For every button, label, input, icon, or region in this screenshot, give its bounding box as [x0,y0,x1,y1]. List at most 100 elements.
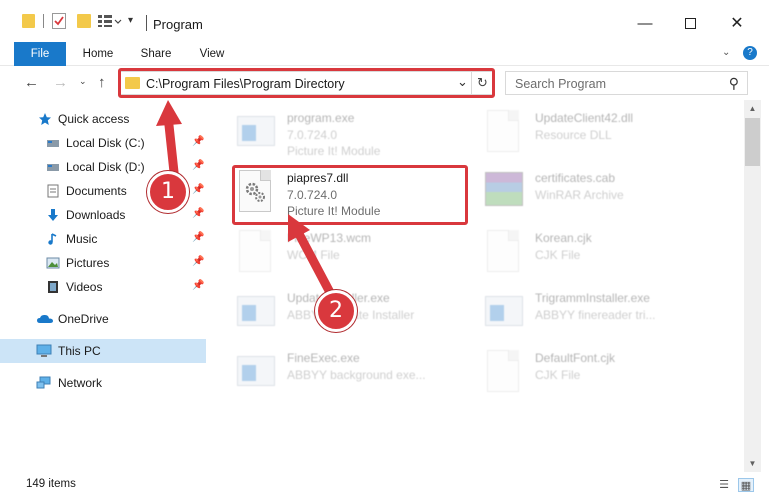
back-arrow-icon[interactable]: ← [24,74,39,91]
monitor-icon [36,344,52,357]
sidebar-item-this-pc[interactable]: This PC [0,339,206,363]
sidebar-item-label: OneDrive [58,312,109,326]
sidebar-item-videos[interactable]: Videos 📌 [0,275,206,299]
pin-icon[interactable]: 📌 [192,232,204,243]
scroll-down-icon[interactable]: ▼ [744,455,761,472]
refresh-icon[interactable]: ↻ [471,72,493,94]
exe-file-icon [483,290,525,336]
list-item[interactable]: Korean.cjk CJK File [483,228,728,284]
sidebar-item-label: Network [58,376,103,390]
music-note-icon [48,233,57,245]
address-path[interactable]: C:\Program Files\Program Directory [146,77,345,91]
generic-file-icon [483,350,525,396]
navigation-bar: ← → ⌄ ↑ C:\Program Files\Program Directo… [0,66,769,100]
exe-file-icon [235,110,277,156]
customize-toolbar-icon[interactable] [97,14,123,28]
scroll-up-icon[interactable]: ▲ [744,100,761,117]
help-icon[interactable]: ? [743,46,757,60]
archive-file-icon [483,170,525,216]
close-icon: ✕ [730,15,744,32]
maximize-icon [684,17,696,29]
tab-share[interactable]: Share [134,42,178,66]
sidebar-item-network[interactable]: Network [0,371,206,395]
list-item[interactable]: DefaultFont.cjk CJK File [483,348,728,404]
sidebar-item-label: Pictures [66,256,110,270]
folder-icon [125,77,140,89]
list-item[interactable]: certificates.cab WinRAR Archive [483,168,728,224]
network-icon [36,376,51,389]
list-item[interactable]: piapres7.dll 7.0.724.0 Picture It! Modul… [235,168,480,224]
list-item[interactable]: program.exe 7.0.724.0 Picture It! Module [235,108,480,164]
pin-icon[interactable]: 📌 [192,208,204,219]
scrollbar-thumb[interactable] [745,118,760,166]
file-list: program.exe 7.0.724.0 Picture It! Module… [207,100,744,472]
minimize-icon: — [637,14,653,32]
tab-home[interactable]: Home [76,42,120,66]
exe-file-icon [235,350,277,396]
documents-icon [47,184,59,198]
generic-file-icon [235,230,277,276]
list-item[interactable]: UpdateInstaller.exe ABBYY Update Install… [235,288,480,344]
sidebar-item-pictures[interactable]: Pictures 📌 [0,251,206,275]
qa-separator [43,14,44,28]
list-item[interactable]: FineWP13.wcm WCM File [235,228,480,284]
callout-step-1: 1 [147,171,189,213]
window-title: Program [153,17,203,32]
title-separator [146,15,147,31]
sidebar-item-label: Quick access [58,112,130,126]
up-arrow-icon[interactable]: ↑ [98,74,106,91]
drive-icon [47,164,59,171]
sidebar-item-label: This PC [58,344,101,358]
forward-arrow-icon[interactable]: → [53,74,68,91]
search-icon[interactable]: ⚲ [729,75,739,92]
sidebar-item-label: Videos [66,280,103,294]
star-icon [39,113,51,125]
navigation-pane: Quick access Local Disk (C:) 📌 Local Dis… [0,100,207,472]
address-bar[interactable]: C:\Program Files\Program Directory ⌄ ↻ [118,71,494,95]
vertical-scrollbar[interactable]: ▲ ▼ [744,100,761,472]
large-icons-view-icon[interactable]: ▦ [738,478,754,492]
generic-file-icon [483,230,525,276]
quick-access-dropdown-icon[interactable]: ▾ [128,15,133,33]
status-bar: 149 items ☰ ▦ [0,472,769,502]
search-box[interactable]: Search Program ⚲ [505,71,748,95]
recent-locations-icon[interactable]: ⌄ [79,76,87,87]
pin-icon[interactable]: 📌 [192,160,204,171]
list-item[interactable]: TrigrammInstaller.exe ABBYY finereader t… [483,288,728,344]
sidebar-item-label: Music [66,232,98,246]
sidebar-item-quick-access[interactable]: Quick access [0,107,206,131]
close-button[interactable]: ✕ [717,10,757,36]
tab-file[interactable]: File [14,42,66,66]
sidebar-item-music[interactable]: Music 📌 [0,227,206,251]
properties-icon[interactable] [52,13,66,29]
pin-icon[interactable]: 📌 [192,184,204,195]
pin-icon[interactable]: 📌 [192,280,204,291]
pin-icon[interactable]: 📌 [192,136,204,147]
cloud-icon [37,314,53,323]
film-icon [48,281,58,293]
title-bar: ▾ Program — ✕ [0,0,769,42]
sidebar-item-local-disk-c[interactable]: Local Disk (C:) 📌 [0,131,206,155]
new-folder-icon[interactable] [77,14,91,28]
tab-view[interactable]: View [192,42,232,66]
search-input[interactable]: Search Program [515,77,606,91]
file-version: 7.0.724.0 [287,188,338,202]
minimize-button[interactable]: — [625,10,665,36]
sidebar-item-label: Local Disk (D:) [66,160,145,174]
pin-icon[interactable]: 📌 [192,256,204,267]
ribbon-expand-icon[interactable]: ⌄ [722,47,730,58]
list-item[interactable]: UpdateClient42.dll Resource DLL [483,108,728,164]
dll-file-icon [483,110,525,156]
sidebar-item-label: Local Disk (C:) [66,136,145,150]
list-item[interactable]: FineExec.exe ABBYY background exe... [235,348,480,404]
chevron-down-icon[interactable]: ⌄ [457,74,468,90]
details-view-icon[interactable]: ☰ [716,478,732,492]
maximize-button[interactable] [670,10,710,36]
pictures-icon [46,257,60,269]
download-arrow-icon [48,209,58,221]
sidebar-item-label: Documents [66,184,127,198]
callout-step-2: 2 [315,290,357,332]
sidebar-item-onedrive[interactable]: OneDrive [0,307,206,331]
file-name: piapres7.dll [287,171,349,185]
drive-icon [47,140,59,147]
